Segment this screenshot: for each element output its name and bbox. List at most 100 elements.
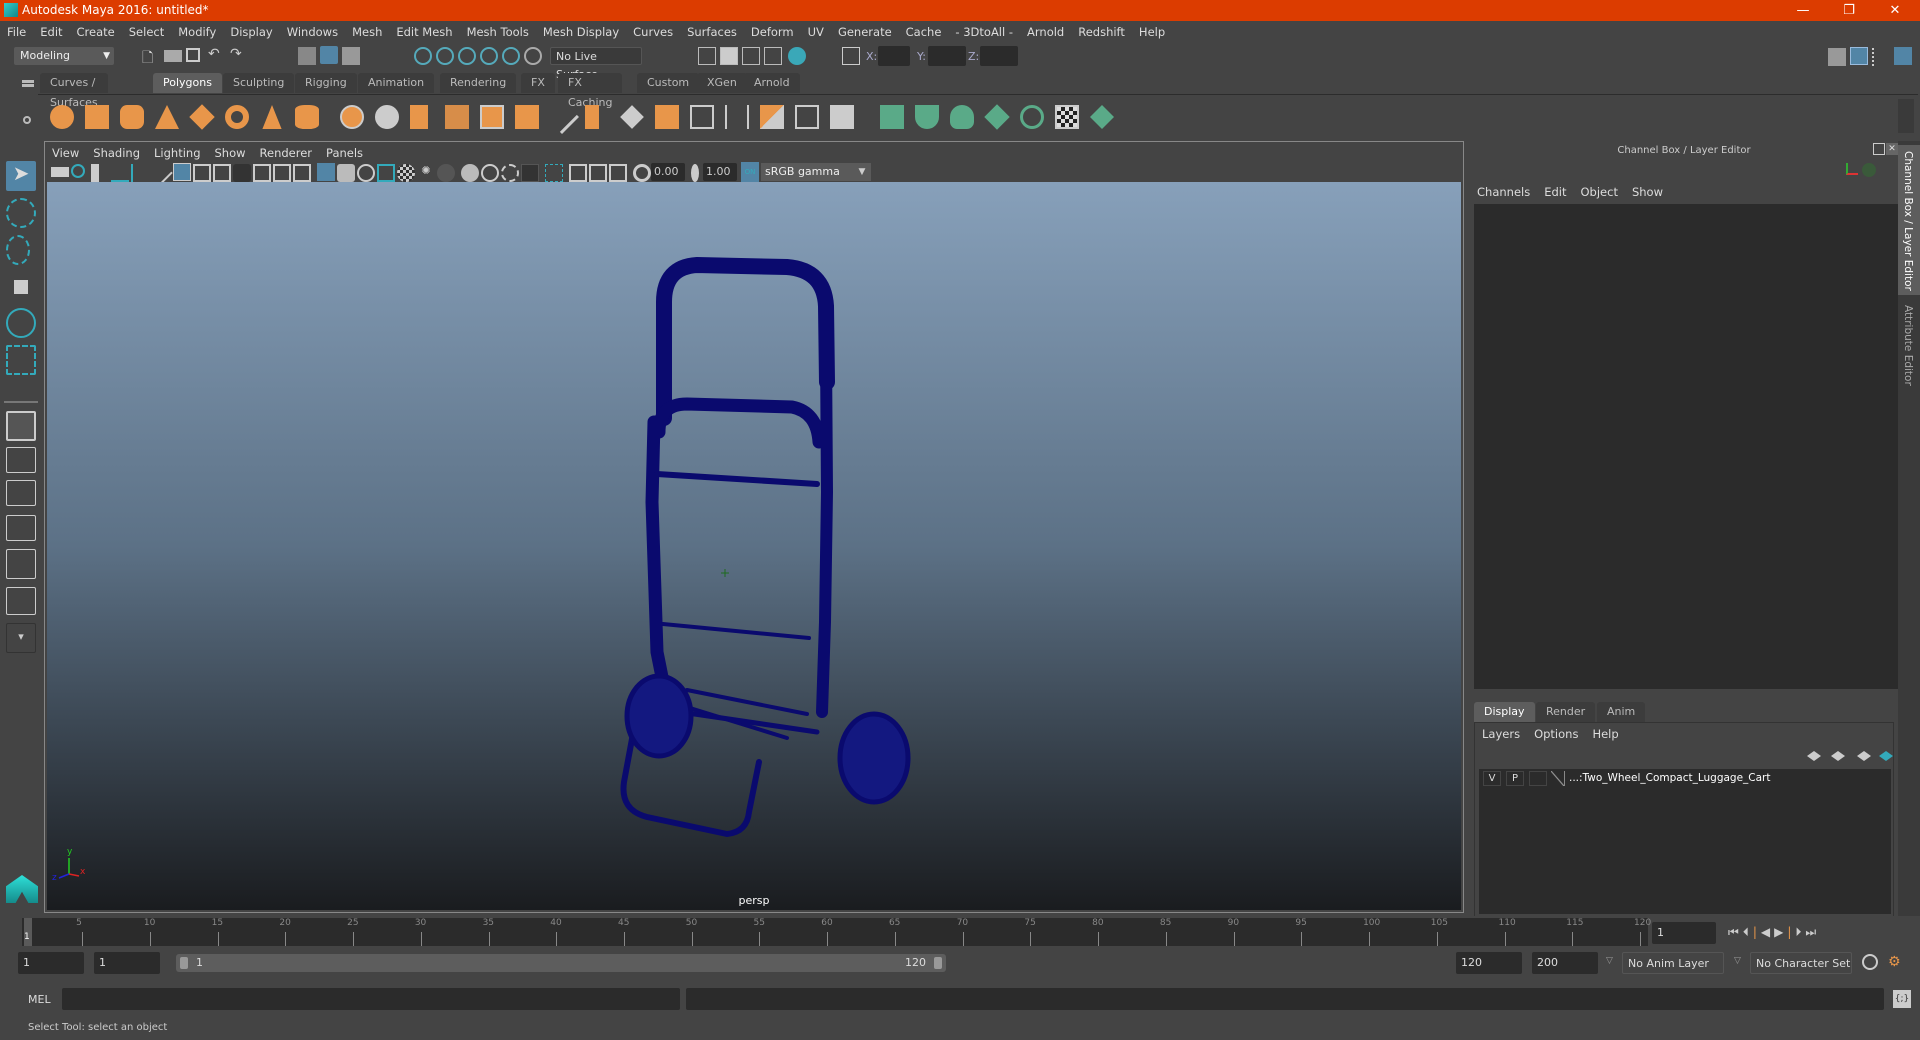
- menu-redshift[interactable]: Redshift: [1071, 21, 1132, 43]
- script-editor-icon[interactable]: {;}: [1893, 990, 1911, 1008]
- layer-menu-options[interactable]: Options: [1527, 723, 1585, 745]
- exposure-field[interactable]: 0.00: [651, 163, 685, 181]
- vp-menu-panels[interactable]: Panels: [319, 142, 370, 164]
- uv-cylindrical-icon[interactable]: [915, 105, 939, 129]
- save-scene-icon[interactable]: [186, 48, 200, 62]
- rotate-tool-icon[interactable]: [6, 308, 36, 338]
- target-weld-icon[interactable]: [795, 105, 819, 129]
- menu-deform[interactable]: Deform: [744, 21, 801, 43]
- tab-display[interactable]: Display: [1474, 702, 1535, 722]
- character-set-chevron-icon[interactable]: ▽: [1734, 956, 1741, 966]
- new-layer-icon[interactable]: [1857, 751, 1871, 761]
- layer-menu-layers[interactable]: Layers: [1475, 723, 1527, 745]
- end-time-field[interactable]: 200: [1532, 952, 1598, 974]
- character-set-dropdown[interactable]: No Character Set: [1750, 952, 1852, 974]
- menu-edit-mesh[interactable]: Edit Mesh: [389, 21, 459, 43]
- tab-arnold[interactable]: Arnold: [744, 73, 800, 93]
- play-backwards-icon[interactable]: ◀: [1761, 925, 1774, 939]
- poly-cube-icon[interactable]: [85, 105, 109, 129]
- menu-mesh-display[interactable]: Mesh Display: [536, 21, 626, 43]
- resolution-gate-icon[interactable]: [213, 164, 231, 182]
- camera-icon[interactable]: [51, 167, 69, 177]
- grid-toggle-icon[interactable]: [173, 163, 191, 181]
- time-slider[interactable]: 5 10 15 20 25 30 35 40 45 50 55 60 65 70 75 80 85 90 95 100…: [0, 916, 1920, 948]
- menu-cache[interactable]: Cache: [899, 21, 949, 43]
- hypershade-layout-icon[interactable]: [6, 549, 36, 579]
- ipr-render-icon[interactable]: [742, 47, 760, 65]
- fill-hole-icon[interactable]: [690, 105, 714, 129]
- uv-spherical-icon[interactable]: [950, 105, 974, 129]
- chevron-down-icon[interactable]: ▼: [853, 163, 871, 181]
- z-field[interactable]: [980, 46, 1018, 66]
- luggage-cart-wireframe[interactable]: y x z: [47, 182, 1461, 910]
- field-chart-icon[interactable]: [253, 164, 271, 182]
- cb-menu-object[interactable]: Object: [1574, 181, 1625, 203]
- uv-automatic-icon[interactable]: [984, 104, 1010, 130]
- y-field[interactable]: [928, 46, 966, 66]
- image-plane-icon[interactable]: [111, 164, 129, 182]
- layer-name[interactable]: ...:Two_Wheel_Compact_Luggage_Cart: [1569, 772, 1771, 784]
- menu-select[interactable]: Select: [122, 21, 171, 43]
- snap-point-icon[interactable]: [458, 47, 476, 65]
- x-field[interactable]: [878, 46, 910, 66]
- minimize-button[interactable]: —: [1780, 0, 1826, 21]
- gate-mask-icon[interactable]: [233, 164, 251, 182]
- start-time-field[interactable]: 1: [18, 952, 84, 974]
- bookmark-icon[interactable]: [91, 164, 99, 182]
- go-to-end-icon[interactable]: ⏭: [1805, 925, 1820, 939]
- xray-active-icon[interactable]: [589, 164, 607, 182]
- bevel-icon[interactable]: [620, 105, 644, 129]
- range-start-handle[interactable]: [180, 957, 188, 969]
- new-layer-selected-icon[interactable]: [1879, 751, 1893, 761]
- tab-anim[interactable]: Anim: [1597, 702, 1646, 722]
- vp-menu-lighting[interactable]: Lighting: [147, 142, 207, 164]
- snap-plane-icon[interactable]: [524, 47, 542, 65]
- smooth-icon[interactable]: [445, 105, 469, 129]
- xray-joints-icon[interactable]: [569, 164, 587, 182]
- safe-title-icon[interactable]: [293, 164, 311, 182]
- menu-arnold[interactable]: Arnold: [1020, 21, 1071, 43]
- xray-icon[interactable]: [377, 164, 395, 182]
- merge-icon[interactable]: [760, 105, 784, 129]
- tab-curves-surfaces[interactable]: Curves / Surfaces: [40, 73, 108, 109]
- poly-sphere-icon[interactable]: [50, 105, 74, 129]
- anti-aliasing-icon[interactable]: [501, 164, 519, 182]
- snap-grid-icon[interactable]: [414, 47, 432, 65]
- multi-cut-icon[interactable]: [545, 100, 579, 134]
- step-back-frame-icon[interactable]: ⏴: [1743, 925, 1753, 939]
- layer-playback-toggle[interactable]: P: [1506, 771, 1524, 786]
- paint-select-tool-icon[interactable]: [6, 235, 30, 265]
- tool-settings-icon[interactable]: [1872, 48, 1890, 66]
- attribute-editor-toggle-icon[interactable]: [1850, 47, 1868, 65]
- move-layer-down-icon[interactable]: [1831, 751, 1845, 761]
- combine-icon[interactable]: [340, 105, 364, 129]
- transform-constraint-icon[interactable]: [842, 47, 860, 65]
- select-component-icon[interactable]: [342, 47, 360, 65]
- persp-outliner-layout-icon[interactable]: [6, 480, 36, 506]
- menu-display[interactable]: Display: [223, 21, 279, 43]
- extrude-icon[interactable]: [585, 105, 599, 129]
- tab-rendering[interactable]: Rendering: [440, 73, 517, 93]
- animation-preferences-icon[interactable]: ⚙: [1888, 954, 1901, 970]
- shadows-icon[interactable]: [437, 164, 455, 182]
- viewport-3d[interactable]: y x z persp: [47, 182, 1461, 910]
- snap-curve-icon[interactable]: [436, 47, 454, 65]
- vp-menu-show[interactable]: Show: [208, 142, 253, 164]
- menu-mesh[interactable]: Mesh: [345, 21, 389, 43]
- playback-end-field[interactable]: 120: [1456, 952, 1522, 974]
- snap-view-icon[interactable]: [480, 47, 498, 65]
- menu-surfaces[interactable]: Surfaces: [680, 21, 744, 43]
- append-icon[interactable]: [655, 105, 679, 129]
- move-layer-up-icon[interactable]: [1807, 751, 1821, 761]
- mirror-icon[interactable]: [410, 105, 428, 129]
- play-forwards-icon[interactable]: ▶: [1774, 925, 1787, 939]
- step-forward-frame-icon[interactable]: ⏵: [1795, 925, 1805, 939]
- menu-modify[interactable]: Modify: [171, 21, 223, 43]
- render-frame-icon[interactable]: [720, 47, 738, 65]
- single-perspective-layout-icon[interactable]: [6, 411, 36, 441]
- auto-key-icon[interactable]: [1862, 954, 1878, 970]
- smooth-shade-icon[interactable]: [337, 164, 355, 182]
- side-tab-attribute-editor[interactable]: Attribute Editor: [1898, 301, 1920, 411]
- tab-xgen[interactable]: XGen: [697, 73, 747, 93]
- restore-button[interactable]: ❐: [1826, 0, 1872, 21]
